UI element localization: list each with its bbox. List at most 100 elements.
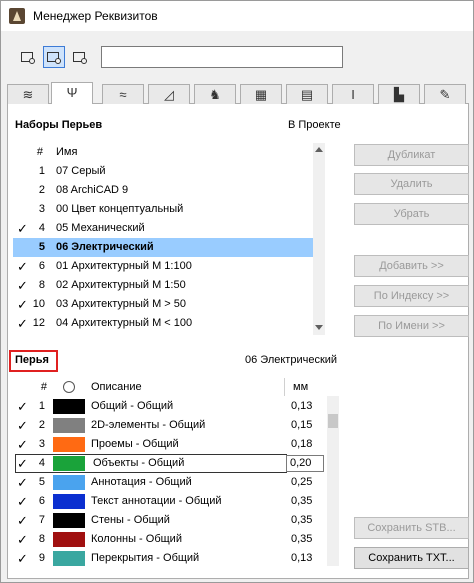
pen-width[interactable]: 0,18: [291, 435, 312, 454]
pen-row[interactable]: ✓ 1 Общий - Общий 0,13: [13, 397, 325, 416]
pen-row[interactable]: ✓ 2 2D-элементы - Общий 0,15: [13, 416, 325, 435]
archicad-app-icon: [9, 8, 25, 24]
pen-set-index: 8: [38, 279, 45, 291]
pen-description: Колонны - Общий: [91, 533, 182, 545]
magnifier-icon: [29, 58, 35, 64]
by-name-button[interactable]: По Имени >>: [354, 315, 469, 337]
pen-width[interactable]: 0,15: [291, 416, 312, 435]
check-mark: ✓: [17, 399, 28, 414]
list-item[interactable]: 1 07 Серый: [13, 162, 325, 181]
layers-icon: ≋: [22, 87, 34, 102]
fill-icon: ◿: [164, 87, 174, 102]
pen-index: 7: [38, 514, 45, 526]
search-input[interactable]: [101, 46, 343, 68]
pen-width[interactable]: 0,35: [291, 530, 312, 549]
pen-description: Объекты - Общий: [93, 457, 185, 469]
pen-row[interactable]: ✓ 6 Текст аннотации - Общий 0,35: [13, 492, 325, 511]
save-stb-button[interactable]: Сохранить STB...: [354, 517, 469, 539]
pen-color-swatch[interactable]: [53, 532, 85, 547]
list-item[interactable]: ✓ 6 01 Архитектурный М 1:100: [13, 257, 325, 276]
tab-zones[interactable]: ▙: [378, 84, 420, 104]
pen-set-name: 02 Архитектурный М 1:50: [56, 279, 186, 291]
pen-index: 5: [38, 476, 45, 488]
tab-surfaces[interactable]: ✎: [424, 84, 466, 104]
scroll-thumb[interactable]: [328, 414, 338, 428]
pen-color-swatch[interactable]: [53, 475, 85, 490]
view-project-button[interactable]: [17, 46, 39, 68]
pen-description: Стены - Общий: [91, 514, 170, 526]
list-item-selected[interactable]: 5 06 Электрический: [13, 238, 325, 257]
pen-row[interactable]: ✓ 8 Колонны - Общий 0,35: [13, 530, 325, 549]
tab-profiles[interactable]: Ι: [332, 84, 374, 104]
list-item[interactable]: 3 00 Цвет концептуальный: [13, 200, 325, 219]
save-txt-button[interactable]: Сохранить TXT...: [354, 547, 469, 569]
pen-sets-list[interactable]: # Имя 1 07 Серый 2 08 ArchiCAD 9 3 00 Цв…: [13, 143, 325, 335]
pen-color-swatch[interactable]: [53, 551, 85, 566]
remove-button[interactable]: Убрать: [354, 203, 469, 225]
pen-color-swatch[interactable]: [53, 437, 85, 452]
tab-brush[interactable]: ♞: [194, 84, 236, 104]
brush-icon: ♞: [209, 87, 221, 102]
tab-composites[interactable]: ▤: [286, 84, 328, 104]
by-index-button[interactable]: По Индексу >>: [354, 285, 469, 307]
check-mark: ✓: [17, 513, 28, 528]
pen-color-swatch[interactable]: [53, 494, 85, 509]
list-item[interactable]: ✓ 10 03 Архитектурный М > 50: [13, 295, 325, 314]
attribute-manager-window: Менеджер Реквизитов ≋ Ψ ≈ ◿ ♞ ▦ ▤ Ι ▙ ✎ …: [0, 0, 474, 583]
pen-width[interactable]: 0,13: [291, 397, 312, 416]
pen-color-swatch[interactable]: [53, 399, 85, 414]
scroll-down-arrow-icon[interactable]: [315, 325, 323, 330]
pen-set-name: 07 Серый: [56, 165, 106, 177]
pens-list-header: # Описание мм: [13, 378, 325, 396]
pen-row-selected[interactable]: ✓ 4 Объекты - Общий 0,20: [13, 454, 325, 473]
list-item[interactable]: 2 08 ArchiCAD 9: [13, 181, 325, 200]
list-item[interactable]: ✓ 8 02 Архитектурный М 1:50: [13, 276, 325, 295]
pen-row[interactable]: ✓ 9 Перекрытия - Общий 0,13: [13, 549, 325, 568]
check-mark: ✓: [17, 418, 28, 433]
pen-width[interactable]: 0,13: [291, 549, 312, 568]
pen-index: 1: [38, 400, 45, 412]
magnifier-icon: [55, 58, 61, 64]
pen-width[interactable]: 0,35: [291, 511, 312, 530]
surface-icon: ✎: [439, 87, 451, 102]
pen-color-swatch[interactable]: [53, 456, 85, 471]
pen-row[interactable]: ✓ 3 Проемы - Общий 0,18: [13, 435, 325, 454]
column-header-num: #: [36, 146, 43, 158]
add-button[interactable]: Добавить >>: [354, 255, 469, 277]
pen-description: 2D-элементы - Общий: [91, 419, 206, 431]
column-icon: Ι: [351, 87, 355, 102]
view-file-button[interactable]: [69, 46, 91, 68]
pen-row[interactable]: ✓ 7 Стены - Общий 0,35: [13, 511, 325, 530]
tab-layers[interactable]: ≋: [7, 84, 49, 104]
tab-pens[interactable]: Ψ: [51, 82, 93, 104]
scroll-up-arrow-icon[interactable]: [315, 147, 323, 152]
pen-set-name: 03 Архитектурный М > 50: [56, 298, 187, 310]
delete-button[interactable]: Удалить: [354, 173, 469, 195]
pen-description: Перекрытия - Общий: [91, 552, 200, 564]
pen-set-name: 04 Архитектурный М < 100: [56, 317, 193, 329]
pen-width[interactable]: 0,35: [291, 492, 312, 511]
duplicate-button[interactable]: Дубликат: [354, 144, 469, 166]
pen-row[interactable]: ✓ 5 Аннотация - Общий 0,25: [13, 473, 325, 492]
pen-description: Проемы - Общий: [91, 438, 179, 450]
pen-sets-scrollbar[interactable]: [313, 143, 325, 335]
pens-list[interactable]: # Описание мм ✓ 1 Общий - Общий 0,13 ✓ 2…: [13, 378, 325, 568]
check-mark: ✓: [17, 532, 28, 547]
pen-set-name: 05 Механический: [56, 222, 145, 234]
view-both-button[interactable]: [43, 46, 65, 68]
tab-building-materials[interactable]: ▦: [240, 84, 282, 104]
tab-line-types[interactable]: ≈: [102, 84, 144, 104]
pen-description: Общий - Общий: [91, 400, 174, 412]
line-type-icon: ≈: [119, 87, 127, 102]
pens-scrollbar[interactable]: [327, 396, 339, 566]
pen-width[interactable]: 0,25: [291, 473, 312, 492]
list-item[interactable]: ✓ 12 04 Архитектурный М < 100: [13, 314, 325, 333]
check-mark: ✓: [17, 551, 28, 566]
tab-fills[interactable]: ◿: [148, 84, 190, 104]
list-item[interactable]: ✓ 4 05 Механический: [13, 219, 325, 238]
pen-color-swatch[interactable]: [53, 513, 85, 528]
pen-index: 3: [38, 438, 45, 450]
pen-color-swatch[interactable]: [53, 418, 85, 433]
check-mark: ✓: [17, 456, 28, 471]
pen-width-field[interactable]: 0,20: [286, 455, 324, 472]
